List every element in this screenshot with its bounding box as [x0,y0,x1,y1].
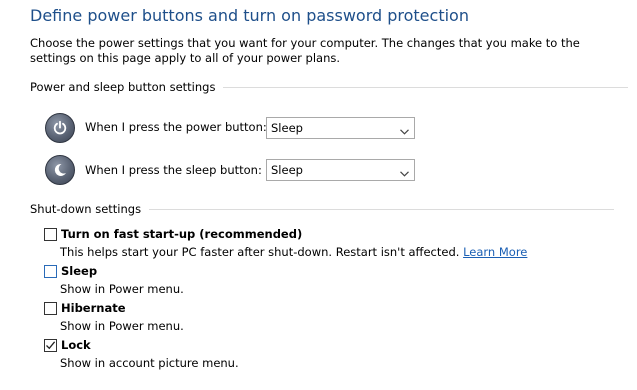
chevron-down-icon [400,166,409,180]
shutdown-section-header: Shut-down settings [30,202,615,216]
sleep-label[interactable]: Sleep [61,264,97,278]
fast-startup-description: This helps start your PC faster after sh… [60,245,527,259]
power-button-select-value: Sleep [271,121,303,135]
sleep-button-label: When I press the sleep button: [85,163,262,177]
sleep-option: Sleep Show in Power menu. [44,264,184,296]
power-section-header: Power and sleep button settings [30,80,629,94]
fast-startup-description-text: This helps start your PC faster after sh… [60,245,460,259]
page-title: Define power buttons and turn on passwor… [30,6,469,25]
lock-label[interactable]: Lock [61,338,91,352]
sleep-button-row [45,155,75,185]
hibernate-description: Show in Power menu. [60,319,184,333]
lock-option: Lock Show in account picture menu. [44,338,239,370]
page-description: Choose the power settings that you want … [30,36,580,65]
sleep-button-select-value: Sleep [271,163,303,177]
hibernate-label[interactable]: Hibernate [61,301,126,315]
sleep-checkbox[interactable] [44,264,57,278]
power-button-row [45,113,75,143]
sleep-description: Show in Power menu. [60,282,184,296]
power-button-label: When I press the power button: [85,120,267,134]
section-divider [149,208,615,210]
hibernate-checkbox[interactable] [44,301,57,315]
chevron-down-icon [400,124,409,138]
lock-description: Show in account picture menu. [60,356,239,370]
power-section-title: Power and sleep button settings [30,80,216,94]
power-button-select[interactable]: Sleep [266,117,415,139]
shutdown-section-title: Shut-down settings [30,202,142,216]
checkmark-icon [46,340,56,349]
fast-startup-option: Turn on fast start-up (recommended) This… [44,227,527,259]
moon-icon [45,155,75,185]
section-divider [223,86,629,88]
power-icon [45,113,75,143]
sleep-button-select[interactable]: Sleep [266,159,415,181]
lock-checkbox[interactable] [44,338,57,352]
learn-more-link[interactable]: Learn More [463,245,527,259]
fast-startup-checkbox[interactable] [44,227,57,241]
hibernate-option: Hibernate Show in Power menu. [44,301,184,333]
fast-startup-label[interactable]: Turn on fast start-up (recommended) [61,227,302,241]
